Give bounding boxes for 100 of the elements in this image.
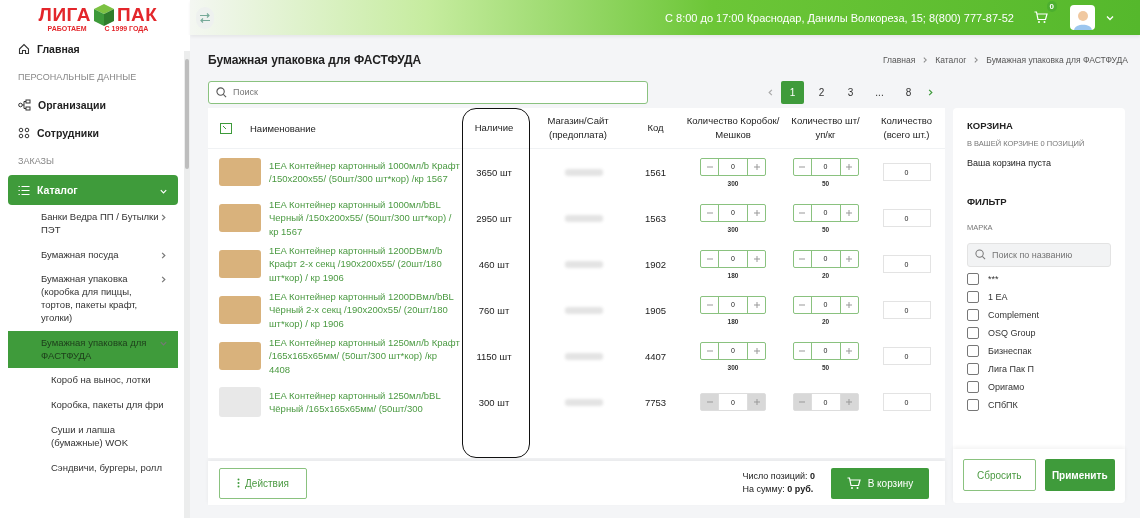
breadcrumb-link[interactable]: Каталог [935, 55, 967, 65]
blurred-price [565, 398, 603, 406]
brand-option: 1 EA [988, 292, 1008, 302]
plus-icon [753, 301, 760, 308]
page-button[interactable]: ... [868, 80, 891, 104]
plus-icon [753, 399, 760, 405]
checkbox[interactable] [967, 399, 979, 411]
filter-title: ФИЛЬТР [967, 196, 1008, 207]
home-icon [18, 43, 30, 55]
blurred-price [565, 214, 603, 222]
product-link[interactable]: 1EA Контейнер картонный 1000мл/b Крафт /150х200х55/ (50шт/300 шт*кор) /кр 1567 [269, 158, 460, 186]
chevron-icon [159, 275, 168, 285]
product-link[interactable]: 1EA Контейнер картонный 1200DBмл/bBL Чёрный 2-х секц /190х200х55/ (20шт/180 шт*кор) / кр 1906 [269, 290, 460, 330]
table-cell-text: 1905 [643, 304, 668, 316]
column-header: Наличие [473, 121, 515, 135]
page-title: Бумажная упаковка для ФАСТФУДА [208, 53, 422, 67]
product-link[interactable]: 1EA Контейнер картонный 1250мл/b Крафт /165х165х65мм/ (50шт/300 шт*кор) /кр 4408 [269, 336, 460, 376]
cart-title: КОРЗИНА [967, 120, 1014, 131]
brand-option: Лига Пак П [988, 364, 1034, 374]
brand-option: OSQ Group [988, 328, 1036, 338]
table-cell-text: 7753 [643, 396, 668, 408]
column-header: Количество Коробок/Мешков [685, 114, 781, 142]
column-header: Магазин/Сайт (предоплата) [546, 114, 610, 142]
total-sum: На сумму: 0 руб. [742, 483, 815, 496]
plus-icon [846, 347, 852, 354]
expand-icon[interactable] [220, 122, 232, 134]
blurred-price [565, 352, 603, 360]
reset-button[interactable]: Сбросить [963, 459, 1036, 491]
sidebar-subitem[interactable]: Бумажная посуда [8, 242, 178, 268]
checkbox[interactable] [967, 381, 979, 393]
actions-button[interactable]: Действия [219, 467, 307, 499]
cart-empty-text: Ваша корзина пуста [967, 158, 1053, 168]
table-cell-text: 1150 шт [475, 350, 513, 362]
table-cell-text: 2950 шт [475, 212, 513, 224]
blurred-price [565, 168, 603, 176]
sidebar-subitem[interactable]: Суши и лапша (бумажные) WOK [8, 417, 178, 456]
minus-icon [706, 209, 713, 216]
minus-icon [706, 163, 713, 170]
sidebar-subitem[interactable]: Банки Ведра ПП / Бутылки ПЭТ [8, 205, 178, 243]
brand-option: Бизнеспак [988, 346, 1032, 356]
minus-icon [706, 347, 713, 354]
checkbox[interactable] [967, 273, 979, 285]
sidebar-item[interactable]: Главная [8, 35, 178, 63]
vertical-dots-icon [237, 478, 241, 488]
minus-icon [799, 163, 805, 170]
checkbox[interactable] [967, 363, 979, 375]
column-header: Код [646, 121, 665, 135]
sidebar-toggle-button[interactable] [196, 6, 214, 29]
checkbox[interactable] [967, 327, 979, 339]
sidebar-subitem[interactable]: Бумажная упаковка (коробка для пиццы, тортов, пакеты крафт, уголки) [8, 267, 178, 331]
plus-icon [846, 209, 852, 216]
plus-icon [753, 255, 760, 262]
brand-option: Complement [988, 310, 1040, 320]
breadcrumb-link[interactable]: Главная [882, 55, 916, 65]
sidebar-item[interactable]: Организации [8, 91, 178, 119]
product-link[interactable]: 1EA Контейнер картонный 1200DBмл/b Крафт 2-х секц /190х200х55/ (20шт/180 шт*кор) / кр 1906 [269, 244, 460, 284]
minus-icon [799, 255, 805, 262]
cart-icon[interactable] [1034, 11, 1048, 24]
brand-option: *** [988, 274, 999, 284]
checkbox[interactable] [967, 345, 979, 357]
plus-icon [846, 301, 852, 308]
table-cell-text: 1561 [643, 166, 668, 178]
brand-search-field[interactable]: Поиск по названию [967, 243, 1111, 267]
table-cell-text: 1902 [643, 258, 668, 270]
add-to-cart-button[interactable]: В корзину [831, 467, 929, 499]
plus-icon [753, 347, 760, 354]
chevron-right-icon [972, 56, 981, 64]
photo-placeholder [219, 250, 261, 278]
next-page-icon[interactable] [926, 87, 935, 97]
page-button[interactable]: 8 [897, 80, 920, 104]
sidebar-subitem[interactable]: Сэндвичи, бургеры, ролл [8, 455, 178, 481]
avatar[interactable] [1070, 5, 1095, 30]
page-button[interactable]: 2 [810, 80, 833, 104]
minus-icon [706, 399, 713, 405]
chevron-icon [159, 213, 168, 222]
product-link[interactable]: 1EA Контейнер картонный 1000мл/bBL Черный /150х200х55/ (50шт/300 шт*кор) /кр 1567 [269, 198, 460, 238]
plus-icon [846, 255, 852, 262]
checkbox[interactable] [967, 309, 979, 321]
breadcrumb-link[interactable]: Бумажная упаковка для ФАСТФУДА [986, 55, 1128, 65]
brand-option: Оригамо [988, 382, 1025, 392]
sidebar-item[interactable]: Сотрудники [8, 119, 178, 147]
column-header: Количество шт/уп/кг [790, 114, 861, 142]
search-field[interactable]: Поиск [208, 80, 648, 104]
previous-page-icon[interactable] [766, 87, 775, 97]
sidebar-subitem[interactable]: Коробка, пакеты для фри [8, 393, 178, 418]
plus-icon [753, 163, 760, 170]
photo-placeholder [219, 342, 261, 370]
page-button[interactable]: 1 [781, 80, 804, 104]
sidebar-item[interactable]: Каталог [8, 175, 178, 205]
column-header: Наименование [250, 122, 316, 134]
sidebar-subitem[interactable]: Короб на вынос, лотки [8, 368, 178, 394]
contact-info: С 8:00 до 17:00 Краснодар, Данилы Волкореза, 15; 8(800) 777-87-52 [665, 11, 1014, 24]
search-icon [216, 86, 227, 98]
checkbox[interactable] [967, 291, 979, 303]
section-heading: ПЕРСОНАЛЬНЫЕ ДАННЫЕ [17, 71, 138, 84]
page-button[interactable]: 3 [839, 80, 862, 104]
blurred-price [565, 306, 603, 314]
apply-button[interactable]: Применить [1044, 459, 1115, 491]
column-header: Количество (всего шт.) [880, 114, 933, 142]
plus-icon [846, 399, 852, 405]
